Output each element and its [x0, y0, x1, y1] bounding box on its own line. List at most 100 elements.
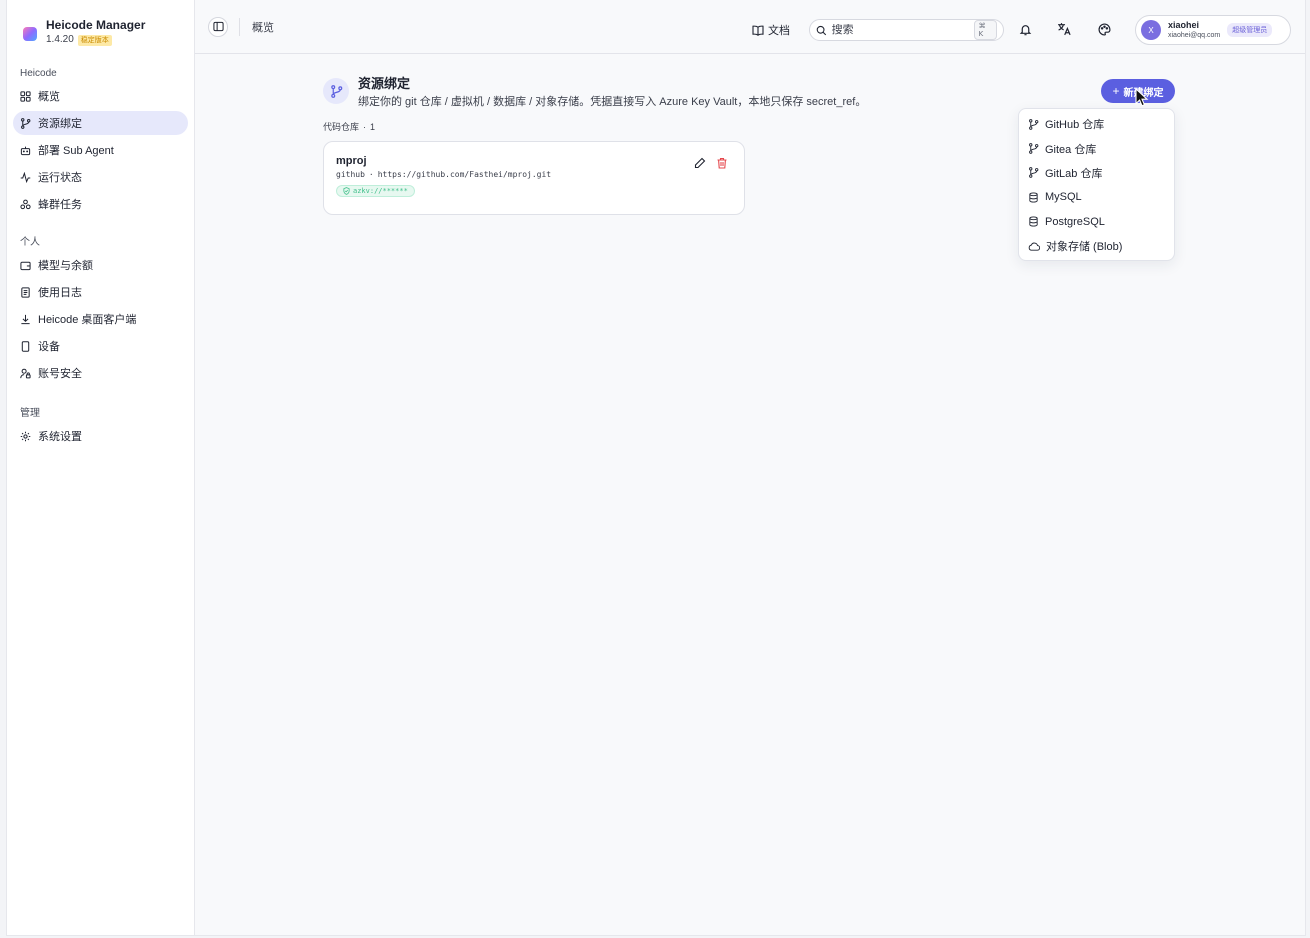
docs-label: 文档 [768, 25, 790, 37]
sidebar-item-label: 蜂群任务 [38, 199, 82, 211]
sidebar-item-swarm-tasks[interactable]: 蜂群任务 [13, 192, 188, 216]
topbar: 概览 文档 ⌘ K X xiaohei [195, 0, 1305, 54]
database-icon [1029, 192, 1038, 203]
dropdown-item-label: Gitea 仓库 [1045, 143, 1097, 156]
main-area: 概览 文档 ⌘ K X xiaohei [195, 0, 1305, 935]
database-icon [1029, 216, 1038, 227]
dropdown-item-label: 对象存储 (Blob) [1046, 241, 1123, 254]
dropdown-item-gitlab[interactable]: GitLab 仓库 [1019, 161, 1174, 185]
sidebar-item-deploy-sub-agent[interactable]: 部署 Sub Agent [13, 138, 188, 162]
git-branch-icon [323, 78, 349, 104]
sidebar-item-usage-log[interactable]: 使用日志 [13, 280, 188, 304]
dropdown-item-postgresql[interactable]: PostgreSQL [1019, 210, 1174, 234]
sidebar-item-label: 资源绑定 [38, 118, 82, 130]
sidebar-toggle-icon [212, 21, 224, 32]
bell-icon[interactable] [1017, 21, 1033, 37]
dropdown-item-blob-storage[interactable]: 对象存储 (Blob) [1019, 234, 1174, 258]
binding-provider: github [336, 170, 365, 179]
sidebar-item-models-balance[interactable]: 模型与余额 [13, 253, 188, 277]
binding-name: mproj [336, 155, 367, 167]
binding-url: https://github.com/Fasthei/mproj.git [377, 170, 552, 179]
page-description: 绑定你的 git 仓库 / 虚拟机 / 数据库 / 对象存储。凭据直接写入 Az… [358, 96, 867, 108]
topbar-divider [239, 17, 240, 36]
download-icon [20, 314, 31, 325]
sidebar-item-label: 运行状态 [38, 172, 82, 184]
user-lock-icon [20, 368, 31, 379]
sidebar-item-label: Heicode 桌面客户端 [38, 314, 137, 326]
git-branch-icon [1029, 118, 1039, 130]
sidebar-item-label: 概览 [38, 91, 60, 103]
group-label: 代码仓库 [323, 122, 360, 132]
sidebar-item-label: 账号安全 [38, 368, 82, 380]
trash-icon[interactable] [716, 157, 728, 169]
dropdown-item-gitea[interactable]: Gitea 仓库 [1019, 136, 1174, 160]
role-badge: 超级管理员 [1227, 23, 1273, 37]
sidebar-section-label: 个人 [20, 237, 40, 248]
brand-logo-icon [23, 27, 37, 41]
git-branch-icon [20, 117, 31, 129]
search-shortcut-hint: ⌘ K [973, 20, 997, 40]
dropdown-item-label: PostgreSQL [1045, 215, 1105, 228]
activity-icon [20, 171, 31, 183]
mouse-cursor-icon [1135, 87, 1149, 110]
git-branch-icon [1029, 167, 1039, 179]
sidebar-item-label: 设备 [38, 341, 60, 353]
secret-ref-badge: azkv://****** [336, 185, 415, 197]
app-window: Heicode Manager 1.4.20 稳定版本 Heicode 概览 资… [6, 0, 1306, 936]
sidebar-item-devices[interactable]: 设备 [13, 334, 188, 358]
brand: Heicode Manager 1.4.20 稳定版本 [13, 14, 188, 54]
cloud-icon [1028, 242, 1040, 251]
log-icon [20, 286, 31, 298]
sidebar-section-label: 管理 [20, 408, 40, 419]
sidebar-item-label: 使用日志 [38, 287, 82, 299]
search-icon [816, 25, 827, 35]
search-box[interactable]: ⌘ K [809, 19, 1004, 41]
dropdown-item-label: GitLab 仓库 [1045, 167, 1103, 180]
brand-badge: 稳定版本 [77, 34, 112, 46]
dropdown-item-mysql[interactable]: MySQL [1019, 185, 1174, 209]
bot-icon [20, 145, 31, 156]
user-name: xiaohei [1168, 19, 1200, 30]
breadcrumb[interactable]: 概览 [252, 19, 274, 35]
sidebar-item-system-settings[interactable]: 系统设置 [13, 424, 188, 448]
user-email: xiaohei@qq.com [1168, 31, 1221, 39]
swarm-icon [20, 199, 31, 210]
gear-icon [20, 431, 31, 442]
group-count: 1 [370, 121, 376, 132]
group-separator: · [363, 121, 367, 132]
binding-meta: github · https://github.com/Fasthei/mproj.… [336, 170, 732, 179]
sidebar-item-label: 模型与余额 [38, 260, 93, 272]
edit-icon[interactable] [694, 157, 706, 169]
brand-title: Heicode Manager [46, 18, 146, 32]
git-branch-icon [1029, 143, 1039, 154]
dropdown-item-github[interactable]: GitHub 仓库 [1019, 112, 1174, 136]
sidebar-toggle-button[interactable] [208, 16, 228, 37]
sidebar: Heicode Manager 1.4.20 稳定版本 Heicode 概览 资… [7, 0, 195, 935]
sidebar-item-account-security[interactable]: 账号安全 [13, 361, 188, 385]
search-input[interactable] [831, 24, 974, 36]
page-title: 资源绑定 [358, 76, 411, 91]
book-icon [752, 25, 764, 36]
sidebar-section-label: Heicode [20, 68, 57, 79]
docs-button[interactable]: 文档 [752, 22, 790, 38]
translate-icon[interactable] [1056, 21, 1072, 37]
user-menu[interactable]: X xiaohei xiaohei@qq.com 超级管理员 [1135, 15, 1291, 45]
shield-check-icon [343, 187, 350, 195]
grid-icon [20, 90, 31, 102]
sidebar-item-label: 系统设置 [38, 431, 82, 443]
new-binding-dropdown: GitHub 仓库 Gitea 仓库 GitLab 仓库 MySQL Postg… [1018, 108, 1175, 261]
binding-card[interactable]: mproj github · https://github.com/Fasthei/… [323, 141, 745, 215]
avatar: X [1141, 20, 1161, 40]
device-icon [20, 340, 31, 352]
sidebar-item-run-status[interactable]: 运行状态 [13, 165, 188, 189]
dropdown-item-label: MySQL [1045, 191, 1082, 204]
wallet-icon [20, 260, 31, 271]
sidebar-item-label: 部署 Sub Agent [38, 145, 114, 157]
meta-separator: · [368, 170, 374, 179]
sidebar-item-resource-binding[interactable]: 资源绑定 [13, 111, 188, 135]
brand-version: 1.4.20 [46, 34, 74, 45]
secret-ref: azkv://****** [353, 187, 408, 195]
palette-icon[interactable] [1096, 21, 1112, 37]
sidebar-item-overview[interactable]: 概览 [13, 84, 188, 108]
sidebar-item-desktop-client[interactable]: Heicode 桌面客户端 [13, 307, 188, 331]
